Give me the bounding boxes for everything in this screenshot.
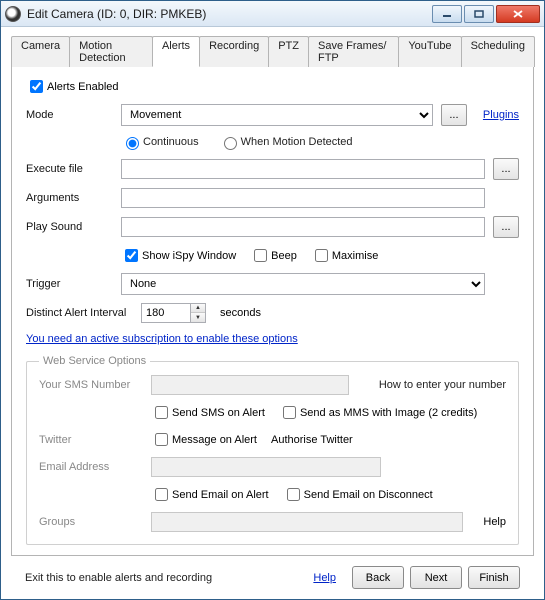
play-sound-label: Play Sound [26, 221, 121, 233]
alerts-panel: Alerts Enabled Mode Movement ... Plugins… [11, 67, 534, 556]
play-sound-input[interactable] [121, 217, 485, 237]
tab-save-frames[interactable]: Save Frames/ FTP [308, 36, 399, 67]
interval-value[interactable] [141, 303, 191, 323]
mode-radio-row: Continuous When Motion Detected [26, 134, 519, 150]
ellipsis-icon: ... [449, 109, 458, 121]
tab-motion-detection[interactable]: Motion Detection [69, 36, 153, 67]
interval-label: Distinct Alert Interval [26, 307, 141, 319]
footer-help-link[interactable]: Help [313, 572, 336, 584]
back-button[interactable]: Back [352, 566, 404, 589]
groups-row: Groups Help [39, 512, 506, 532]
finish-button[interactable]: Finish [468, 566, 520, 589]
minimize-button[interactable] [432, 5, 462, 23]
groups-label: Groups [39, 516, 151, 528]
twitter-row: Twitter Message on Alert Authorise Twitt… [39, 430, 506, 449]
subscription-link-row: You need an active subscription to enabl… [26, 333, 519, 345]
mode-radio-group: Continuous When Motion Detected [121, 134, 373, 150]
trigger-row: Trigger None [26, 273, 519, 295]
footer-status: Exit this to enable alerts and recording [25, 572, 313, 584]
close-button[interactable] [496, 5, 540, 23]
maximise-checkbox[interactable]: Maximise [311, 246, 378, 265]
sms-row: Your SMS Number How to enter your number [39, 375, 506, 395]
tab-strip: Camera Motion Detection Alerts Recording… [11, 35, 534, 67]
arguments-input[interactable] [121, 188, 485, 208]
tab-ptz[interactable]: PTZ [268, 36, 309, 67]
footer: Exit this to enable alerts and recording… [11, 556, 534, 599]
mode-browse-button[interactable]: ... [441, 104, 467, 126]
window-title: Edit Camera (ID: 0, DIR: PMKEB) [27, 7, 432, 21]
groups-input[interactable] [151, 512, 463, 532]
maximize-button[interactable] [464, 5, 494, 23]
titlebar: Edit Camera (ID: 0, DIR: PMKEB) [1, 1, 544, 27]
execute-file-input[interactable] [121, 159, 485, 179]
radio-continuous[interactable]: Continuous [121, 134, 199, 150]
beep-checkbox[interactable]: Beep [250, 246, 297, 265]
interval-stepper[interactable]: ▲▼ [141, 303, 206, 323]
trigger-select[interactable]: None [121, 273, 485, 295]
trigger-label: Trigger [26, 278, 121, 290]
plugins-link[interactable]: Plugins [483, 109, 519, 121]
ellipsis-icon: ... [501, 163, 510, 175]
email-options-row: Send Email on Alert Send Email on Discon… [39, 485, 506, 504]
mms-checkbox[interactable]: Send as MMS with Image (2 credits) [279, 403, 477, 422]
email-alert-checkbox[interactable]: Send Email on Alert [151, 485, 269, 504]
sms-alert-checkbox[interactable]: Send SMS on Alert [151, 403, 265, 422]
tab-alerts[interactable]: Alerts [152, 36, 200, 67]
groups-help-link[interactable]: Help [483, 516, 506, 528]
interval-unit: seconds [220, 307, 261, 319]
mode-row: Mode Movement ... Plugins [26, 104, 519, 126]
window-options-row: Show iSpy Window Beep Maximise [26, 246, 519, 265]
arguments-label: Arguments [26, 192, 121, 204]
show-ispy-checkbox[interactable]: Show iSpy Window [121, 246, 236, 265]
app-icon [5, 6, 21, 22]
email-input[interactable] [151, 457, 381, 477]
sms-options-row: Send SMS on Alert Send as MMS with Image… [39, 403, 506, 422]
radio-when-motion[interactable]: When Motion Detected [219, 134, 353, 150]
subscription-link[interactable]: You need an active subscription to enabl… [26, 333, 298, 345]
tab-camera[interactable]: Camera [11, 36, 70, 67]
msg-alert-checkbox[interactable]: Message on Alert [151, 430, 257, 449]
sms-label: Your SMS Number [39, 379, 151, 391]
alerts-enabled-input[interactable] [30, 80, 43, 93]
web-service-group: Web Service Options Your SMS Number How … [26, 355, 519, 545]
howto-link[interactable]: How to enter your number [379, 379, 506, 391]
interval-spinner[interactable]: ▲▼ [191, 303, 206, 323]
tab-youtube[interactable]: YouTube [398, 36, 461, 67]
play-sound-browse[interactable]: ... [493, 216, 519, 238]
mode-label: Mode [26, 109, 121, 121]
execute-file-row: Execute file ... [26, 158, 519, 180]
tab-scheduling[interactable]: Scheduling [461, 36, 535, 67]
play-sound-row: Play Sound ... [26, 216, 519, 238]
alerts-enabled-checkbox[interactable]: Alerts Enabled [26, 77, 119, 96]
execute-file-browse[interactable]: ... [493, 158, 519, 180]
interval-row: Distinct Alert Interval ▲▼ seconds [26, 303, 519, 323]
alerts-enabled-label: Alerts Enabled [47, 81, 119, 93]
web-service-legend: Web Service Options [39, 355, 150, 367]
chevron-up-icon[interactable]: ▲ [191, 304, 205, 313]
client-area: Camera Motion Detection Alerts Recording… [1, 27, 544, 599]
ellipsis-icon: ... [501, 221, 510, 233]
alerts-enabled-row: Alerts Enabled [26, 77, 519, 96]
twitter-label: Twitter [39, 434, 151, 446]
next-button[interactable]: Next [410, 566, 462, 589]
email-disconnect-checkbox[interactable]: Send Email on Disconnect [283, 485, 433, 504]
email-row: Email Address [39, 457, 506, 477]
execute-file-label: Execute file [26, 163, 121, 175]
authorise-twitter-link[interactable]: Authorise Twitter [271, 434, 353, 446]
email-label: Email Address [39, 461, 151, 473]
window: Edit Camera (ID: 0, DIR: PMKEB) Camera M… [0, 0, 545, 600]
chevron-down-icon[interactable]: ▼ [191, 313, 205, 322]
sms-input[interactable] [151, 375, 349, 395]
window-buttons [432, 5, 540, 23]
tab-recording[interactable]: Recording [199, 36, 269, 67]
arguments-row: Arguments [26, 188, 519, 208]
mode-select[interactable]: Movement [121, 104, 433, 126]
